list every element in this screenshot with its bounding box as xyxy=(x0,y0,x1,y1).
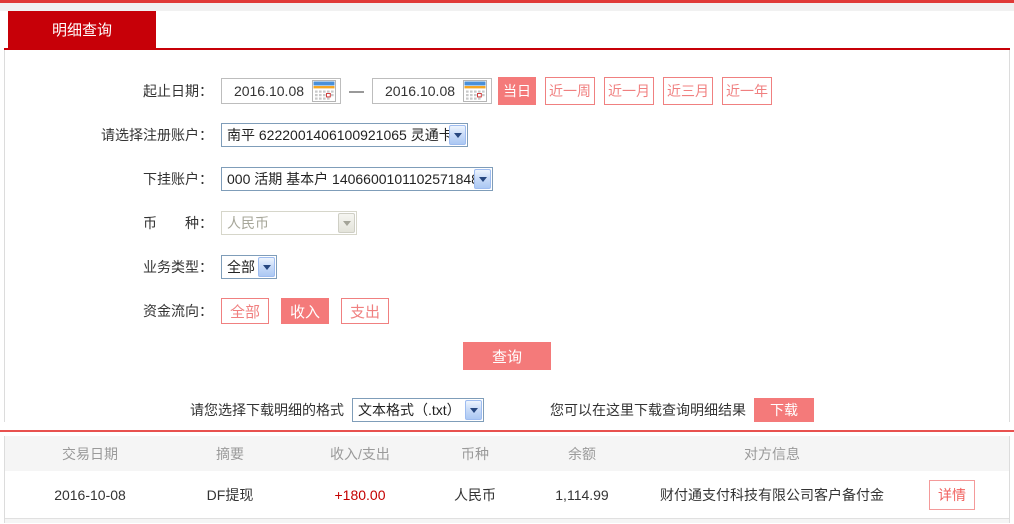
table-header-row: 交易日期 摘要 收入/支出 币种 余额 对方信息 xyxy=(5,436,1009,471)
query-button[interactable]: 查询 xyxy=(463,342,551,370)
start-date-field[interactable] xyxy=(221,78,341,104)
calendar-icon[interactable] xyxy=(312,80,336,102)
register-account-select[interactable]: 南平 6222001406100921065 灵通卡 xyxy=(221,123,468,147)
date-range-row: 起止日期： — xyxy=(5,77,1009,105)
quick-range-month-button[interactable]: 近一月 xyxy=(604,77,654,105)
query-button-row: 查询 xyxy=(5,342,1009,370)
quick-range-3months-button[interactable]: 近三月 xyxy=(663,77,713,105)
sub-account-label: 下挂账户： xyxy=(143,171,213,187)
table-footer-strip xyxy=(5,519,1009,523)
col-header-balance: 余额 xyxy=(568,445,596,462)
cell-transaction-date: 2016-10-08 xyxy=(54,486,126,503)
query-form-panel: 起止日期： — xyxy=(4,50,1010,422)
detail-query-page: 明细查询 起止日期： — xyxy=(0,0,1014,524)
cell-actions: 详情 xyxy=(895,479,1009,510)
fund-flow-label: 资金流向： xyxy=(143,303,213,319)
end-date-input[interactable] xyxy=(377,81,463,101)
start-date-input[interactable] xyxy=(226,81,312,101)
currency-select: 人民币 xyxy=(221,211,357,235)
chevron-down-icon xyxy=(338,213,355,233)
chevron-down-icon[interactable] xyxy=(465,400,482,420)
date-range-label: 起止日期： xyxy=(143,83,213,99)
business-type-select[interactable]: 全部 xyxy=(221,255,277,279)
download-button[interactable]: 下载 xyxy=(754,398,814,422)
col-header-date: 交易日期 xyxy=(62,445,118,462)
col-header-summary: 摘要 xyxy=(216,445,244,462)
results-panel: 交易日期 摘要 收入/支出 币种 余额 对方信息 2016-10-08 DF提现… xyxy=(4,436,1010,523)
quick-range-group: 当日 近一周 近一月 近三月 近一年 xyxy=(498,77,781,105)
table-row: 2016-10-08 DF提现 +180.00 人民币 1,114.99 财付通… xyxy=(5,471,1009,519)
fund-flow-expense-button[interactable]: 支出 xyxy=(341,298,390,324)
quick-range-year-button[interactable]: 近一年 xyxy=(722,77,772,105)
cell-currency: 人民币 xyxy=(454,486,496,503)
tab-label: 明细查询 xyxy=(51,22,112,39)
quick-range-week-button[interactable]: 近一周 xyxy=(545,77,595,105)
download-hint: 您可以在这里下载查询明细结果 xyxy=(550,402,746,418)
cell-balance: 1,114.99 xyxy=(555,486,609,503)
col-header-amount: 收入/支出 xyxy=(330,445,390,462)
register-account-label: 请选择注册账户： xyxy=(101,127,213,143)
fund-flow-row: 资金流向： 全部 收入 支出 xyxy=(5,298,1009,324)
tab-bar-background xyxy=(0,3,1014,11)
fund-flow-income-button[interactable]: 收入 xyxy=(281,298,330,324)
detail-button[interactable]: 详情 xyxy=(929,479,975,510)
business-type-row: 业务类型： 全部 xyxy=(5,254,1009,280)
calendar-icon[interactable] xyxy=(463,80,487,102)
download-row: 请您选择下载明细的格式 文本格式（.txt） 您可以在这里下载查询明细结果 下载 xyxy=(190,398,1009,422)
sub-account-value: 000 活期 基本户 1406600101102571848 xyxy=(227,171,474,187)
tab-bar: 明细查询 xyxy=(0,3,1014,50)
currency-row: 币 种： 人民币 xyxy=(5,210,1009,236)
chevron-down-icon[interactable] xyxy=(449,125,466,145)
business-type-label: 业务类型： xyxy=(143,259,213,275)
tab-underline xyxy=(4,48,1010,50)
download-format-select[interactable]: 文本格式（.txt） xyxy=(352,398,484,422)
chevron-down-icon[interactable] xyxy=(258,257,275,277)
sub-account-row: 下挂账户： 000 活期 基本户 1406600101102571848 xyxy=(5,166,1009,192)
end-date-field[interactable] xyxy=(372,78,492,104)
col-header-counterparty: 对方信息 xyxy=(744,445,800,462)
sub-account-select[interactable]: 000 活期 基本户 1406600101102571848 xyxy=(221,167,493,191)
register-account-row: 请选择注册账户： 南平 6222001406100921065 灵通卡 xyxy=(5,122,1009,148)
fund-flow-group: 全部 收入 支出 xyxy=(221,298,401,324)
register-account-value: 南平 6222001406100921065 灵通卡 xyxy=(227,127,449,143)
date-range-separator: — xyxy=(349,82,364,100)
chevron-down-icon[interactable] xyxy=(474,169,491,189)
fund-flow-all-button[interactable]: 全部 xyxy=(221,298,270,324)
col-header-currency: 币种 xyxy=(461,445,489,462)
download-format-value: 文本格式（.txt） xyxy=(358,402,461,418)
cell-counterparty: 财付通支付科技有限公司客户备付金 xyxy=(660,486,884,503)
business-type-value: 全部 xyxy=(227,259,255,275)
quick-range-today-button[interactable]: 当日 xyxy=(498,77,536,105)
cell-summary: DF提现 xyxy=(206,486,254,503)
tab-detail-query[interactable]: 明细查询 xyxy=(8,11,156,48)
download-format-label: 请您选择下载明细的格式 xyxy=(190,402,344,418)
currency-label: 币 种： xyxy=(143,215,213,231)
cell-amount: +180.00 xyxy=(334,486,386,503)
currency-value: 人民币 xyxy=(227,215,269,231)
